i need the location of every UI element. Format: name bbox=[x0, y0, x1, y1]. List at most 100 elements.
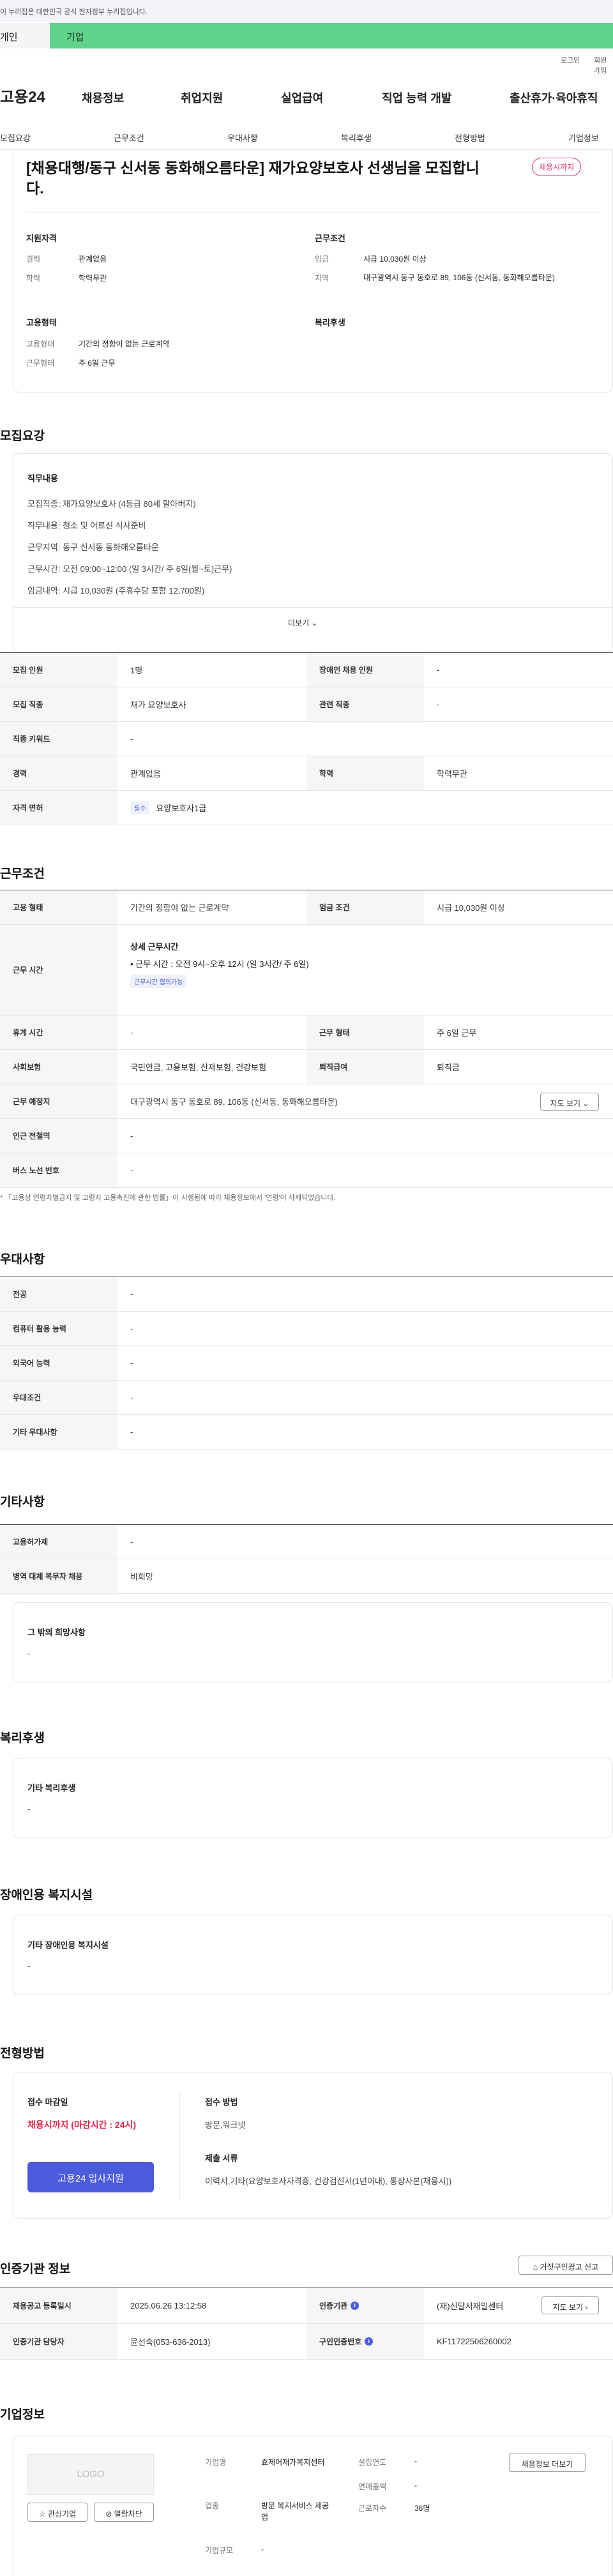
etc-table: 고용허가제 - 병역 대체 복무자 채용 비희망 bbox=[0, 1524, 613, 1594]
table-header: 직종 키워드 bbox=[0, 722, 117, 756]
subnav-company[interactable]: 기업정보 bbox=[568, 131, 599, 144]
docs-label: 제출 서류 bbox=[205, 2153, 238, 2163]
table-row: 모집 직종 재가 요양보호사 관련 직종 - bbox=[0, 687, 613, 722]
table-header: 채용공고 등록일시 bbox=[0, 2288, 117, 2323]
table-header: 구인인증번호 i bbox=[306, 2324, 424, 2359]
more-jobs-button[interactable]: 채용정보 더보기 bbox=[509, 2453, 586, 2472]
gov-banner-text: 이 누리집은 대한민국 공식 전자정부 누리집입니다. bbox=[0, 8, 148, 16]
emp-work-value: 주 6일 근무 bbox=[79, 359, 116, 368]
table-row: 직종 키워드 - bbox=[0, 722, 613, 756]
interest-company-button[interactable]: ☆ 관심기업 bbox=[27, 2503, 87, 2522]
table-cell: 필수 요양보호사1급 bbox=[117, 791, 206, 825]
industry-label: 업종 bbox=[205, 2501, 220, 2510]
chevron-down-icon: ⌄ bbox=[311, 618, 318, 627]
table-row: 우대조건 - bbox=[0, 1381, 613, 1415]
welfare-box-title: 기타 복리후생 bbox=[27, 1783, 76, 1793]
company-name: 효제어재가복지센터 bbox=[261, 2458, 325, 2467]
method-label: 접수 방법 bbox=[205, 2097, 238, 2107]
table-cell: - bbox=[437, 700, 440, 709]
section-title-apply: 전형방법 bbox=[0, 2047, 45, 2060]
tab-corporate[interactable]: 기업 bbox=[50, 23, 613, 49]
join-link[interactable]: 회원가입 bbox=[594, 55, 613, 75]
info-icon[interactable]: i bbox=[351, 2302, 359, 2310]
gnb-item-parental-leave[interactable]: 출산휴가·육아휴직 bbox=[510, 89, 598, 106]
required-tag: 필수 bbox=[130, 801, 150, 814]
block-view-button[interactable]: ⊘ 열람차단 bbox=[94, 2503, 154, 2522]
cond-region-value: 대구광역시 동구 동호로 89, 106동 (신서동, 동화해오름타운) bbox=[363, 273, 555, 282]
industry-value: 방문 복지서비스 제공업 bbox=[261, 2501, 329, 2522]
table-header: 고용허가제 bbox=[0, 1525, 117, 1559]
table-cell: KF11722506260002 bbox=[437, 2337, 511, 2346]
subnav-preference[interactable]: 우대사항 bbox=[227, 131, 258, 144]
table-cell: 퇴직금 bbox=[437, 1063, 460, 1072]
table-row: 인증기관 담당자 윤선숙(053-636-2013) 구인인증번호 i KF117… bbox=[0, 2324, 613, 2360]
home-icon: ⌂ bbox=[533, 2263, 538, 2272]
job-summary-card: [채용대행/동구 신서동 동화해오름타운] 재가요양보호사 선생님을 모집합니다… bbox=[13, 150, 613, 393]
map-view-button[interactable]: 지도 보기 ⌄ bbox=[540, 1093, 599, 1111]
qual-career-label: 경력 bbox=[26, 255, 41, 264]
gnb-item-vocational-training[interactable]: 직업 능력 개발 bbox=[382, 89, 451, 106]
gnb-item-jobs[interactable]: 채용정보 bbox=[82, 89, 124, 106]
table-header: 병역 대체 복무자 채용 bbox=[0, 1559, 117, 1593]
table-header: 컴퓨터 활용 능력 bbox=[0, 1312, 117, 1345]
subnav-recruit[interactable]: 모집요강 bbox=[0, 131, 31, 144]
apply-card: 접수 마감일 채용시까지 (마감시간 : 24시) 고용24 입사지원 접수 방… bbox=[13, 2072, 613, 2219]
duty-content: 모집직종: 재가요양보호사 (4등급 80세 할아버지) 직무내용: 청소 및 … bbox=[27, 493, 232, 602]
table-header: 인증기관 i bbox=[306, 2288, 424, 2323]
deadline-label: 접수 마감일 bbox=[27, 2097, 68, 2107]
info-icon[interactable]: i bbox=[365, 2337, 374, 2346]
divider bbox=[179, 2092, 180, 2200]
subnav-welfare[interactable]: 복리후생 bbox=[341, 131, 372, 144]
apply-button[interactable]: 고용24 입사지원 bbox=[27, 2162, 154, 2192]
gnb-item-employment-support[interactable]: 취업지원 bbox=[181, 89, 223, 106]
table-header: 장애인 채용 인원 bbox=[306, 653, 424, 687]
subnav-selection[interactable]: 전형방법 bbox=[455, 131, 485, 144]
cert-map-button[interactable]: 지도 보기 › bbox=[541, 2296, 599, 2314]
more-button[interactable]: 더보기 ⌄ bbox=[288, 617, 318, 628]
table-header: 외국어 능력 bbox=[0, 1346, 117, 1380]
license-value: 요양보호사1급 bbox=[156, 804, 207, 813]
etc-wish-value: - bbox=[27, 1649, 31, 1658]
company-card: LOGO ☆ 관심기업 ⊘ 열람차단 기업명 효제어재가복지센터 업종 방문 복… bbox=[13, 2436, 613, 2576]
table-row: 외국어 능력 - bbox=[0, 1346, 613, 1381]
table-cell: 학력무관 bbox=[437, 769, 467, 779]
duty-line: 직무내용: 청소 및 어르신 식사준비 bbox=[27, 521, 146, 530]
table-cell: 윤선숙(053-636-2013) bbox=[130, 2337, 211, 2347]
table-header: 고용 형태 bbox=[0, 890, 117, 924]
table-cell: - bbox=[130, 1358, 133, 1368]
subnav-work-conditions[interactable]: 근무조건 bbox=[114, 131, 144, 144]
table-header: 근무 형태 bbox=[306, 1015, 424, 1049]
table-row: 버스 노선 번호 - bbox=[0, 1153, 613, 1188]
disabled-box-title: 기타 장애인용 복지시설 bbox=[27, 1940, 109, 1950]
report-fake-ad-button[interactable]: ⌂ 거짓구인광고 신고 bbox=[518, 2256, 613, 2275]
company-logo: LOGO bbox=[27, 2454, 154, 2495]
docs-value: 이력서,기타(요양보호사자격증, 건강검진서(1년이내), 통장사본(채용시)) bbox=[205, 2176, 452, 2186]
table-header: 휴게 시간 bbox=[0, 1015, 117, 1049]
table-row: 채용공고 등록일시 2025.06.26 13:12:58 인증기관 i (재)신… bbox=[0, 2288, 613, 2324]
qual-title: 지원자격 bbox=[26, 234, 57, 243]
table-row: 근무 시간 상세 근무시간 • 근무 시간 : 오전 9시~오후 12시 (일 … bbox=[0, 925, 613, 1015]
section-title-welfare: 복리후생 bbox=[0, 1732, 45, 1745]
login-link[interactable]: 로그인 bbox=[561, 55, 580, 65]
table-header: 임금 조건 bbox=[306, 890, 424, 924]
table-cell: - bbox=[130, 1131, 133, 1141]
negotiable-tag: 근무시간 협의가능 bbox=[130, 975, 187, 988]
table-cell: - bbox=[130, 1427, 133, 1437]
table-row: 병역 대체 복무자 채용 비희망 bbox=[0, 1559, 613, 1594]
star-icon: ☆ bbox=[38, 2510, 46, 2519]
emp-type-value: 기간의 정함이 없는 근로계약 bbox=[79, 340, 170, 348]
qual-career-value: 관계없음 bbox=[79, 255, 107, 264]
table-cell: 재가 요양보호사 bbox=[130, 700, 186, 710]
tab-individual[interactable]: 개인 bbox=[0, 23, 50, 49]
duty-line: 근무시간: 오전 09:00~12:00 (일 3시간/ 주 6일(월~토)근무… bbox=[27, 564, 232, 574]
site-logo[interactable]: 고용24 bbox=[0, 84, 45, 107]
table-cell: - bbox=[437, 665, 440, 675]
table-cell: - bbox=[130, 1165, 133, 1175]
recruit-table: 모집 인원 1명 장애인 채용 인원 - 모집 직종 재가 요양보호사 관련 직… bbox=[0, 652, 613, 825]
gnb-item-unemployment-benefit[interactable]: 실업급여 bbox=[281, 89, 323, 106]
duty-line: 근무지역: 동구 신서동 동화해오름타운 bbox=[27, 543, 159, 552]
emp-type-label: 고용형태 bbox=[26, 340, 55, 348]
table-row: 컴퓨터 활용 능력 - bbox=[0, 1312, 613, 1346]
founded-label: 설립연도 bbox=[358, 2458, 387, 2467]
table-cell: (재)신달서재일센터 bbox=[437, 2302, 504, 2311]
